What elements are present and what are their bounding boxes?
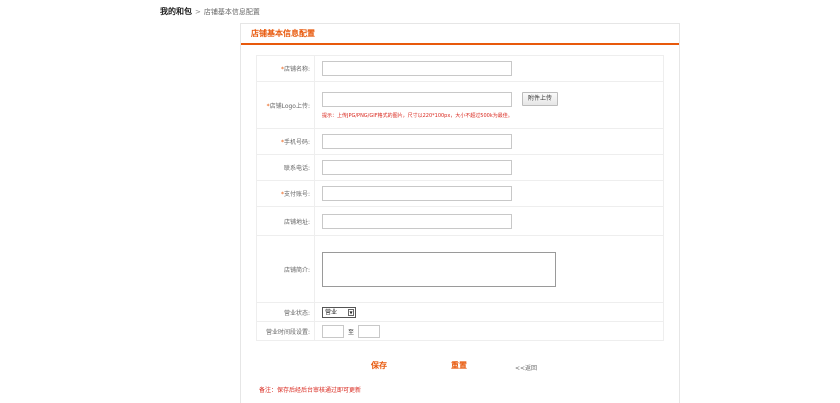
logo-path-input[interactable] <box>322 91 512 107</box>
logo-hint: 提示：上传JPG/PNG/GIF格式的图片，尺寸以220*100px，大小不超过… <box>322 112 513 119</box>
row-phone: *手机号码: <box>256 128 664 155</box>
shop-name-input[interactable] <box>322 61 512 76</box>
contact-input[interactable] <box>322 160 512 175</box>
pay-account-label: *支付账号: <box>256 180 315 207</box>
panel-title: 店铺基本信息配置 <box>241 24 679 45</box>
breadcrumb-separator: > <box>195 8 201 16</box>
remark-note: 备注：保存后经后台审核通过即可更新 <box>259 387 362 394</box>
address-input[interactable] <box>322 213 512 229</box>
shop-name-label: *店铺名称: <box>256 55 315 82</box>
logo-label: *店铺Logo上传: <box>256 81 315 129</box>
row-pay-account: *支付账号: <box>256 180 664 207</box>
intro-textarea[interactable] <box>322 251 556 287</box>
hours-start-input[interactable] <box>322 324 344 338</box>
pay-account-input[interactable] <box>322 186 512 201</box>
hours-label: 营业时间段设置: <box>256 321 315 341</box>
form-actions: 保存 重置 <<返回 <box>241 360 681 376</box>
shop-config-panel: 店铺基本信息配置 *店铺名称: *店铺Logo上传: 附件上传 提示：上传JPG… <box>240 23 680 403</box>
phone-input[interactable] <box>322 134 512 149</box>
chevron-down-icon: ▼ <box>348 308 354 316</box>
status-select[interactable]: 营业 ▼ <box>322 306 356 318</box>
back-link[interactable]: <<返回 <box>515 363 537 372</box>
intro-label: 店铺简介: <box>256 235 315 303</box>
upload-button[interactable]: 附件上传 <box>522 92 559 106</box>
row-contact: 联系电话: <box>256 154 664 181</box>
row-address: 店铺地址: <box>256 206 664 236</box>
address-label: 店铺地址: <box>256 206 315 236</box>
row-logo: *店铺Logo上传: 附件上传 提示：上传JPG/PNG/GIF格式的图片，尺寸… <box>256 81 664 129</box>
row-status: 营业状态: 营业 ▼ <box>256 302 664 322</box>
row-hours: 营业时间段设置: 至 <box>256 321 664 341</box>
row-intro: 店铺简介: <box>256 235 664 303</box>
breadcrumb: 我的和包 > 店铺基本信息配置 <box>160 6 260 18</box>
phone-label: *手机号码: <box>256 128 315 155</box>
breadcrumb-home[interactable]: 我的和包 <box>160 7 192 16</box>
shop-config-form: *店铺名称: *店铺Logo上传: 附件上传 提示：上传JPG/PNG/GIF格… <box>256 55 664 341</box>
reset-button[interactable]: 重置 <box>451 360 467 371</box>
hours-to-label: 至 <box>348 328 355 336</box>
status-label: 营业状态: <box>256 302 315 322</box>
contact-label: 联系电话: <box>256 154 315 181</box>
save-button[interactable]: 保存 <box>371 360 387 371</box>
breadcrumb-current: 店铺基本信息配置 <box>203 8 260 16</box>
row-shop-name: *店铺名称: <box>256 55 664 82</box>
hours-end-input[interactable] <box>358 324 381 338</box>
